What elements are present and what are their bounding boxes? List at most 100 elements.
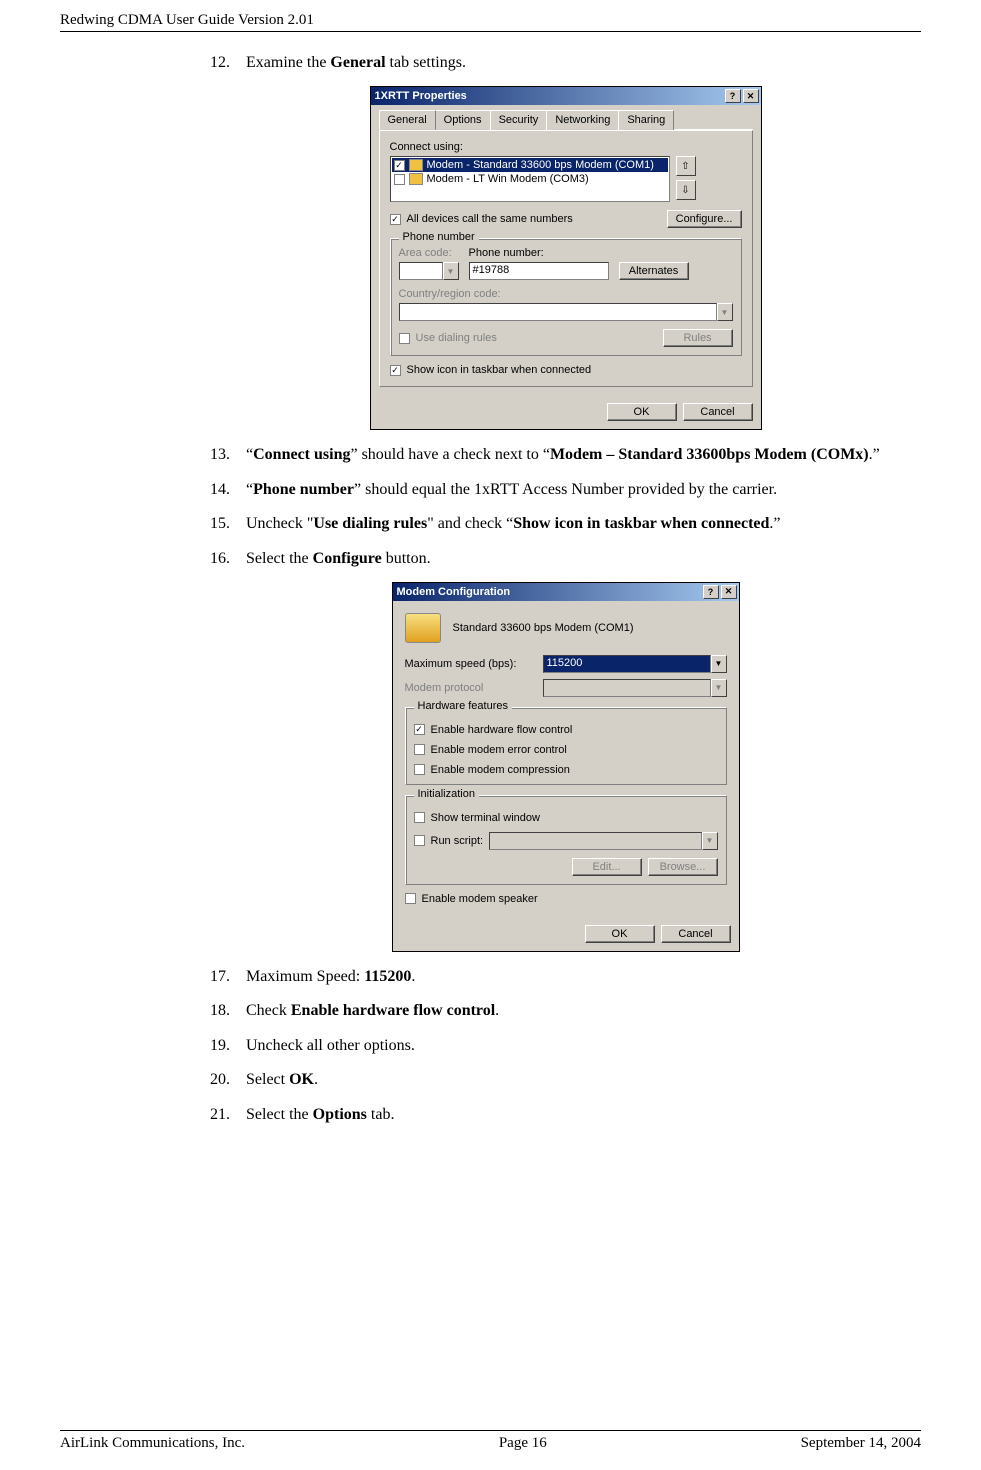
modem-protocol-label: Modem protocol bbox=[405, 682, 535, 694]
max-speed-label: Maximum speed (bps): bbox=[405, 658, 535, 670]
edit-button: Edit... bbox=[572, 858, 642, 876]
move-down-button[interactable]: ⇩ bbox=[676, 180, 696, 200]
modem-config-dialog: Modem Configuration ? ✕ Standard 33600 b… bbox=[392, 582, 740, 952]
modem-name: Standard 33600 bps Modem (COM1) bbox=[453, 622, 634, 634]
step-num: 15. bbox=[210, 513, 246, 535]
step-text: Examine the General tab settings. bbox=[246, 52, 921, 74]
browse-button: Browse... bbox=[648, 858, 718, 876]
tab-sharing[interactable]: Sharing bbox=[618, 110, 674, 130]
modem-protocol-field bbox=[543, 679, 711, 697]
b: Connect using bbox=[253, 446, 350, 463]
tab-networking[interactable]: Networking bbox=[546, 110, 619, 130]
t: Select the bbox=[246, 1106, 313, 1123]
step-21: 21. Select the Options tab. bbox=[210, 1104, 921, 1126]
step-12: 12. Examine the General tab settings. bbox=[210, 52, 921, 74]
hw-error-checkbox[interactable] bbox=[414, 744, 425, 755]
t: Select the bbox=[246, 550, 313, 567]
script-field bbox=[489, 832, 701, 850]
help-button[interactable]: ? bbox=[725, 89, 741, 103]
t: Maximum Speed: bbox=[246, 968, 364, 985]
b: Options bbox=[313, 1106, 367, 1123]
t: ” should have a check next to “ bbox=[350, 446, 549, 463]
tab-general[interactable]: General bbox=[379, 110, 436, 130]
cancel-button[interactable]: Cancel bbox=[683, 403, 753, 421]
b: 115200 bbox=[364, 968, 411, 985]
t: .” bbox=[769, 515, 780, 532]
modem-listbox[interactable]: ✓ Modem - Standard 33600 bps Modem (COM1… bbox=[390, 156, 670, 202]
step-num: 20. bbox=[210, 1069, 246, 1091]
b: Show icon in taskbar when connected bbox=[513, 515, 769, 532]
run-script-checkbox[interactable] bbox=[414, 835, 425, 846]
t: button. bbox=[382, 550, 431, 567]
modem-icon bbox=[409, 159, 423, 171]
step-20: 20. Select OK. bbox=[210, 1069, 921, 1091]
speaker-label: Enable modem speaker bbox=[422, 893, 538, 905]
help-button[interactable]: ? bbox=[703, 585, 719, 599]
t: . bbox=[314, 1071, 318, 1088]
page-footer: AirLink Communications, Inc. Page 16 Sep… bbox=[60, 1422, 921, 1452]
tab-options[interactable]: Options bbox=[435, 110, 491, 130]
tabs: General Options Security Networking Shar… bbox=[379, 109, 753, 130]
hw-flow-label: Enable hardware flow control bbox=[431, 724, 573, 736]
show-term-label: Show terminal window bbox=[431, 812, 540, 824]
dialog-title: 1XRTT Properties bbox=[375, 90, 723, 102]
step-num: 21. bbox=[210, 1104, 246, 1126]
titlebar: Modem Configuration ? ✕ bbox=[393, 583, 739, 601]
step-text: “Phone number” should equal the 1xRTT Ac… bbox=[246, 479, 921, 501]
alternates-button[interactable]: Alternates bbox=[619, 262, 689, 280]
use-dialing-checkbox[interactable] bbox=[399, 333, 410, 344]
b: Configure bbox=[313, 550, 382, 567]
b: OK bbox=[289, 1071, 314, 1088]
t: .” bbox=[869, 446, 880, 463]
hw-group-title: Hardware features bbox=[414, 700, 513, 712]
init-group-title: Initialization bbox=[414, 788, 479, 800]
close-button[interactable]: ✕ bbox=[743, 89, 759, 103]
max-speed-field[interactable]: 115200 bbox=[543, 655, 711, 673]
show-term-checkbox[interactable] bbox=[414, 812, 425, 823]
configure-button[interactable]: Configure... bbox=[667, 210, 742, 228]
t: . bbox=[495, 1002, 499, 1019]
step-text: Select the Configure button. bbox=[246, 548, 921, 570]
hw-comp-checkbox[interactable] bbox=[414, 764, 425, 775]
ok-button[interactable]: OK bbox=[607, 403, 677, 421]
run-script-label: Run script: bbox=[431, 835, 484, 847]
all-devices-label: All devices call the same numbers bbox=[407, 213, 573, 225]
t: Select bbox=[246, 1071, 289, 1088]
hw-flow-checkbox[interactable]: ✓ bbox=[414, 724, 425, 735]
footer-right: September 14, 2004 bbox=[801, 1435, 921, 1452]
checkbox-icon[interactable]: ✓ bbox=[394, 160, 405, 171]
rules-button: Rules bbox=[663, 329, 733, 347]
step-num: 14. bbox=[210, 479, 246, 501]
all-devices-checkbox[interactable]: ✓ bbox=[390, 214, 401, 225]
use-dialing-label: Use dialing rules bbox=[416, 332, 497, 344]
step-13: 13. “Connect using” should have a check … bbox=[210, 444, 921, 466]
step-num: 18. bbox=[210, 1000, 246, 1022]
hw-comp-label: Enable modem compression bbox=[431, 764, 570, 776]
country-label: Country/region code: bbox=[399, 288, 733, 300]
footer-rule bbox=[60, 1430, 921, 1431]
step-17: 17. Maximum Speed: 115200. bbox=[210, 966, 921, 988]
b: Use dialing rules bbox=[313, 515, 427, 532]
phone-group-title: Phone number bbox=[399, 231, 479, 243]
dialog-title: Modem Configuration bbox=[397, 586, 701, 598]
move-up-button[interactable]: ⇧ bbox=[676, 156, 696, 176]
dropdown-icon[interactable]: ▼ bbox=[711, 655, 727, 673]
t: Uncheck " bbox=[246, 515, 313, 532]
phone-number-label: Phone number: bbox=[469, 247, 609, 259]
list-item[interactable]: ✓ Modem - Standard 33600 bps Modem (COM1… bbox=[392, 158, 668, 172]
t: ” should equal the 1xRTT Access Number p… bbox=[354, 481, 777, 498]
phone-number-field[interactable]: #19788 bbox=[469, 262, 609, 280]
step-text: Select OK. bbox=[246, 1069, 921, 1091]
step-text: Check Enable hardware flow control. bbox=[246, 1000, 921, 1022]
b: Enable hardware flow control bbox=[291, 1002, 495, 1019]
checkbox-icon[interactable] bbox=[394, 174, 405, 185]
close-button[interactable]: ✕ bbox=[721, 585, 737, 599]
tab-security[interactable]: Security bbox=[490, 110, 548, 130]
t: tab. bbox=[367, 1106, 395, 1123]
speaker-checkbox[interactable] bbox=[405, 893, 416, 904]
bold: General bbox=[330, 54, 385, 71]
ok-button[interactable]: OK bbox=[585, 925, 655, 943]
cancel-button[interactable]: Cancel bbox=[661, 925, 731, 943]
show-icon-checkbox[interactable]: ✓ bbox=[390, 365, 401, 376]
list-item[interactable]: Modem - LT Win Modem (COM3) bbox=[392, 172, 668, 186]
